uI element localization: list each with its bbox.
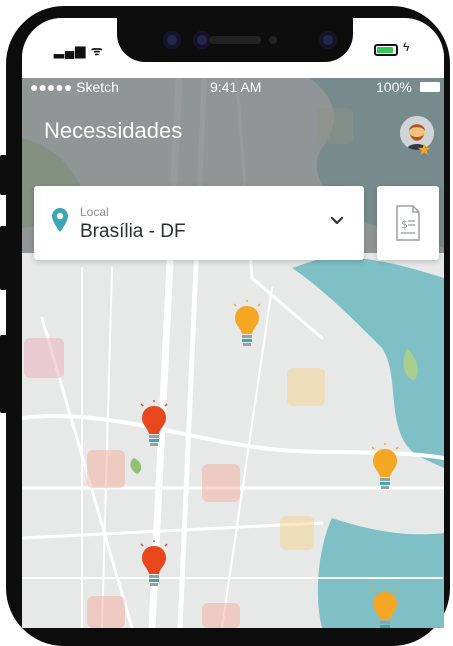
device-notch bbox=[117, 18, 353, 62]
phone-mockup: ▂▄▆ ᯤ ϟ ●●●●● Sketch 9:41 AM 100% Necess… bbox=[0, 0, 453, 646]
marker-pending-1 bbox=[233, 300, 261, 346]
status-battery-icon bbox=[420, 82, 440, 92]
status-time: 9:41 AM bbox=[210, 79, 262, 95]
marker-urgent-2 bbox=[140, 540, 168, 586]
svg-text:$: $ bbox=[401, 218, 408, 231]
marker-pending-2 bbox=[371, 443, 399, 489]
front-camera-icon bbox=[319, 31, 337, 49]
battery-level bbox=[377, 47, 394, 53]
star-icon: ★ bbox=[417, 142, 432, 159]
proximity-sensor bbox=[269, 36, 277, 44]
battery-icon bbox=[374, 44, 398, 56]
lightbulb-icon[interactable] bbox=[368, 586, 402, 628]
speaker-grille bbox=[209, 36, 261, 44]
carrier-label: ●●●●● Sketch bbox=[30, 79, 119, 95]
charging-icon: ϟ bbox=[403, 40, 410, 54]
page-title: Necessidades bbox=[44, 118, 183, 143]
marker-urgent-1 bbox=[140, 400, 168, 446]
location-label: Local bbox=[80, 205, 109, 219]
app-status-bar: ●●●●● Sketch 9:41 AM 100% bbox=[22, 76, 444, 98]
signal-wifi-icon: ▂▄▆ ᯤ bbox=[54, 43, 104, 58]
map-pin-icon bbox=[52, 208, 68, 232]
battery-percent: 100% bbox=[376, 79, 412, 95]
location-value: Brasília - DF bbox=[80, 221, 186, 242]
lightbulb-icon[interactable] bbox=[137, 400, 171, 455]
marker-pending-3 bbox=[371, 586, 399, 628]
camera-lens-icon bbox=[163, 31, 181, 49]
invoice-button[interactable]: $ bbox=[377, 186, 439, 260]
chevron-down-icon[interactable] bbox=[330, 216, 344, 226]
app-screen: ▂▄▆ ᯤ ϟ ●●●●● Sketch 9:41 AM 100% Necess… bbox=[22, 18, 444, 628]
lightbulb-icon[interactable] bbox=[230, 300, 264, 355]
lightbulb-icon[interactable] bbox=[368, 443, 402, 498]
lightbulb-icon[interactable] bbox=[137, 540, 171, 595]
location-selector[interactable]: Local Brasília - DF bbox=[34, 186, 364, 260]
invoice-document-icon: $ bbox=[396, 205, 420, 241]
